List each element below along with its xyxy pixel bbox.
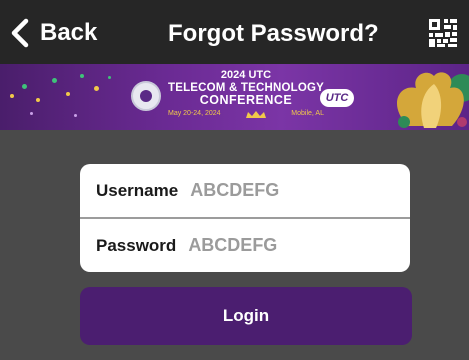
- fleur-de-lis-icon: [396, 72, 469, 128]
- password-label: Password: [96, 235, 177, 255]
- navigation-bar: Back Forgot Password?: [0, 0, 469, 64]
- qr-code-icon[interactable]: [428, 18, 458, 48]
- page-title: Forgot Password?: [168, 20, 379, 47]
- username-input[interactable]: [190, 180, 361, 201]
- login-form: Username Password: [80, 164, 410, 272]
- conference-type: CONFERENCE: [199, 92, 293, 107]
- back-button[interactable]: Back: [10, 17, 97, 49]
- conference-logo-icon: [131, 81, 161, 111]
- password-field[interactable]: Password: [80, 219, 410, 272]
- conference-location: Mobile, AL: [291, 109, 324, 117]
- chevron-left-icon: [11, 18, 29, 48]
- crown-icon: [245, 110, 266, 118]
- username-label: Username: [96, 180, 179, 200]
- utc-logo: UTC: [320, 89, 354, 107]
- conference-dates: May 20-24, 2024: [168, 109, 221, 117]
- conference-title: 2024 UTC TELECOM & TECHNOLOGY CONFERENCE…: [160, 69, 332, 119]
- back-label: Back: [40, 19, 98, 46]
- password-input[interactable]: [188, 235, 359, 256]
- login-button[interactable]: Login: [80, 287, 412, 345]
- username-field[interactable]: Username: [80, 164, 410, 217]
- conference-name: TELECOM & TECHNOLOGY: [167, 81, 325, 94]
- conference-banner: 2024 UTC TELECOM & TECHNOLOGY CONFERENCE…: [0, 64, 469, 130]
- conference-year: 2024 UTC: [220, 69, 272, 81]
